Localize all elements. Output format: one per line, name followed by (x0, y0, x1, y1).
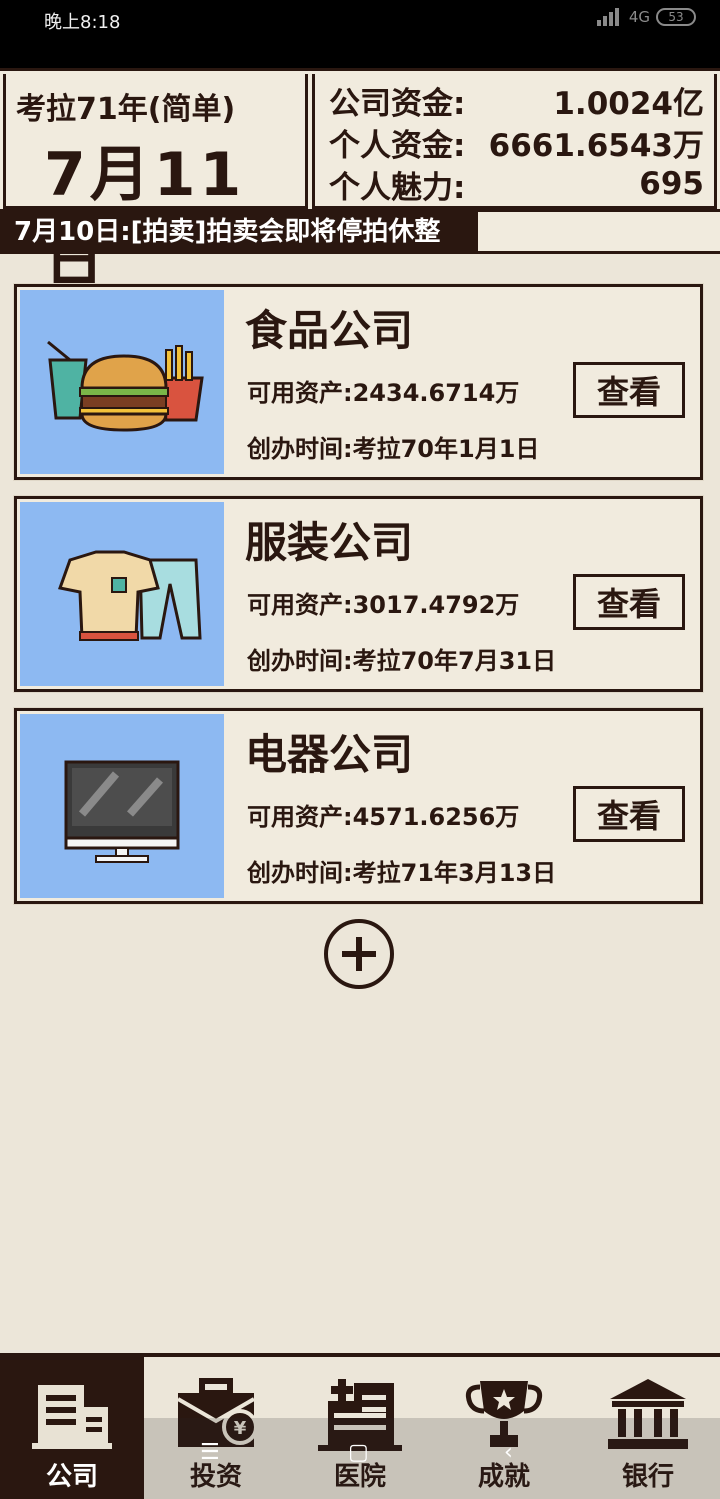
svg-text:¥: ¥ (234, 1418, 247, 1439)
company-assets: 可用资产:2434.6714万 (247, 379, 520, 407)
fund-value: 695 (639, 166, 704, 202)
news-ticker: 7月10日:[拍卖]拍卖会即将停拍休整 (0, 212, 720, 254)
bank-icon (608, 1379, 688, 1449)
company-founded: 创办时间:考拉71年3月13日 (247, 859, 557, 887)
header-panel: 考拉71年(简单) 7月11日 公司资金: 1.0024亿 个人资金: 6661… (0, 68, 720, 297)
company-name: 电器公司 (245, 730, 414, 779)
food-icon (20, 290, 224, 474)
nav-item-achievement[interactable]: 成就 (432, 1357, 576, 1499)
company-card-clothing: 服装公司 可用资产:3017.4792万 创办时间:考拉70年7月31日 查看 (14, 496, 703, 692)
nav-item-company[interactable]: 公司 (0, 1357, 144, 1499)
fund-label: 个人资金: (329, 127, 466, 164)
fund-value: 1.0024亿 (553, 85, 704, 122)
fund-label: 公司资金: (329, 85, 466, 122)
network-label: 4G (628, 8, 650, 26)
company-icon (32, 1385, 112, 1449)
charm-row: 个人魅力: 695 (329, 164, 704, 206)
fund-label: 个人魅力: (329, 169, 466, 206)
nav-label: 公司 (45, 1462, 98, 1492)
view-button[interactable]: 查看 (573, 362, 685, 418)
personal-funds-row: 个人资金: 6661.6543万 (329, 122, 704, 164)
company-founded: 创办时间:考拉70年7月31日 (247, 647, 557, 675)
company-assets: 可用资产:3017.4792万 (247, 591, 520, 619)
date-box: 考拉71年(简单) 7月11日 (3, 74, 308, 297)
back-icon[interactable]: ‹ (504, 1440, 513, 1465)
menu-icon[interactable]: ☰ (200, 1440, 220, 1465)
nav-item-hospital[interactable]: 医院 (288, 1357, 432, 1499)
nav-item-invest[interactable]: ¥ 投资 (144, 1357, 288, 1499)
company-name: 食品公司 (245, 306, 414, 355)
ticker-text: 7月10日:[拍卖]拍卖会即将停拍休整 (0, 212, 478, 252)
company-funds-row: 公司资金: 1.0024亿 (329, 80, 704, 122)
funds-box: 公司资金: 1.0024亿 个人资金: 6661.6543万 个人魅力: 695 (312, 74, 717, 209)
fund-value: 6661.6543万 (488, 127, 704, 164)
battery-icon: 53 (656, 8, 696, 26)
view-button[interactable]: 查看 (573, 786, 685, 842)
nav-item-bank[interactable]: 银行 (576, 1357, 720, 1499)
company-founded: 创办时间:考拉70年1月1日 (247, 435, 540, 463)
company-name: 服装公司 (245, 518, 414, 567)
home-icon[interactable]: ▢ (348, 1440, 369, 1465)
year-label: 考拉71年(简单) (16, 92, 236, 127)
signal-icon (596, 8, 623, 26)
nav-label: 银行 (621, 1462, 674, 1492)
add-company-button[interactable] (324, 919, 394, 989)
company-card-electronics: 电器公司 可用资产:4571.6256万 创办时间:考拉71年3月13日 查看 (14, 708, 703, 904)
status-time: 晚上8:18 (44, 12, 121, 33)
bottom-nav: 公司 ¥ 投资 医院 成就 银行 (0, 1353, 720, 1499)
clothing-icon (20, 502, 224, 686)
status-bar: 晚上8:18 4G 53 (0, 0, 720, 68)
company-assets: 可用资产:4571.6256万 (247, 803, 520, 831)
monitor-icon (20, 714, 224, 898)
view-button[interactable]: 查看 (573, 574, 685, 630)
status-indicators: 4G 53 (596, 8, 696, 26)
company-card-food: 食品公司 可用资产:2434.6714万 创办时间:考拉70年1月1日 查看 (14, 284, 703, 480)
